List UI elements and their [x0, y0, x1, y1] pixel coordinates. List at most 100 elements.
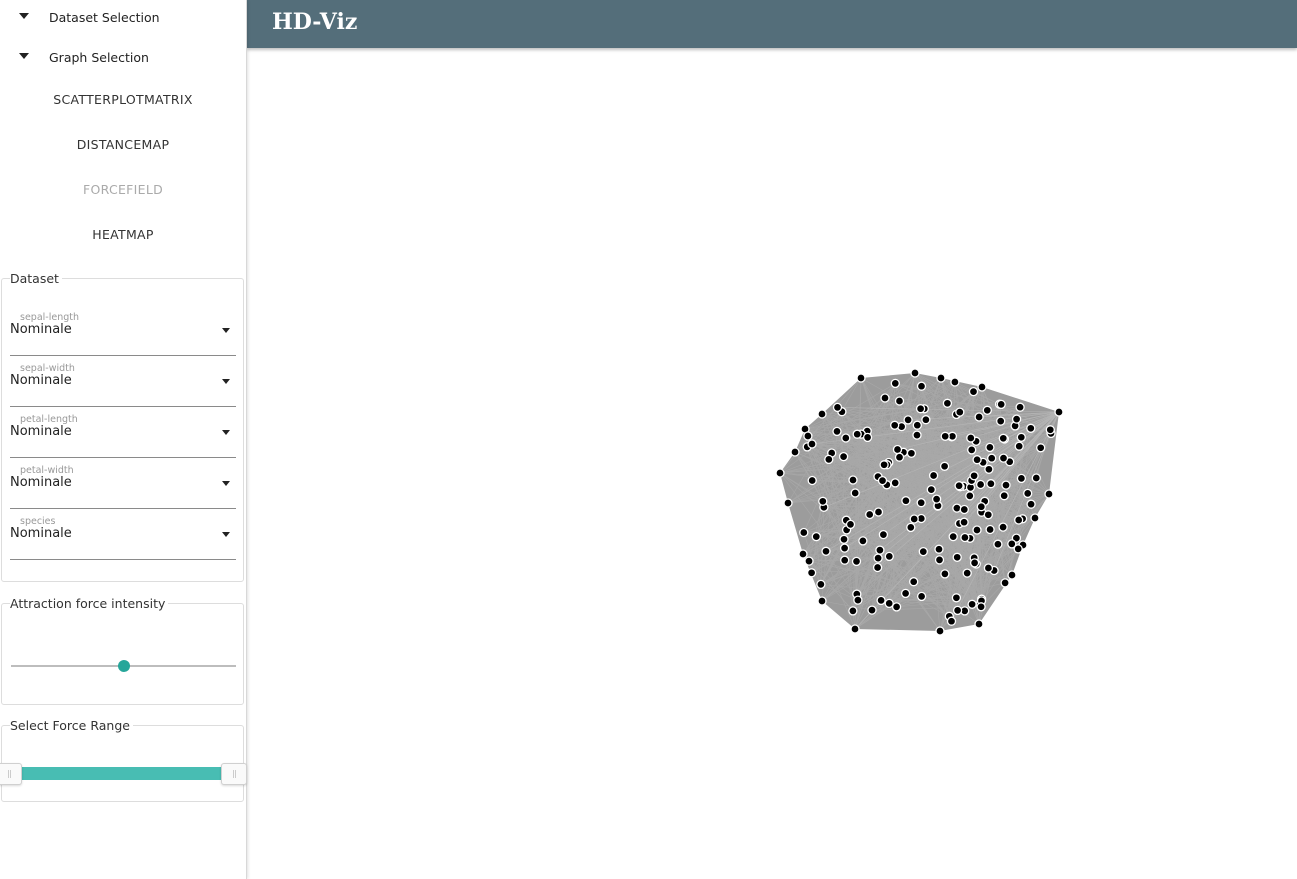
graph-node[interactable]: [803, 431, 813, 441]
graph-node[interactable]: [996, 399, 1006, 410]
graph-node[interactable]: [906, 448, 917, 458]
graph-node[interactable]: [856, 373, 866, 383]
graph-node[interactable]: [916, 591, 927, 602]
graph-node[interactable]: [985, 524, 995, 535]
graph-node[interactable]: [850, 488, 860, 498]
graph-node[interactable]: [804, 556, 814, 566]
graph-node[interactable]: [910, 368, 920, 378]
graph-node[interactable]: [1026, 423, 1036, 433]
graph-node[interactable]: [986, 479, 996, 489]
force-range-min-handle[interactable]: [0, 763, 22, 785]
graph-node[interactable]: [832, 402, 843, 413]
graph-node[interactable]: [969, 558, 980, 568]
graph-node[interactable]: [817, 596, 827, 606]
graph-node[interactable]: [998, 453, 1009, 463]
graph-node[interactable]: [952, 552, 962, 562]
graph-node[interactable]: [1023, 488, 1033, 499]
graph-node[interactable]: [832, 426, 842, 437]
graph-node[interactable]: [817, 409, 827, 419]
graph-node[interactable]: [968, 386, 979, 397]
graph-node[interactable]: [952, 503, 962, 513]
graph-node[interactable]: [867, 605, 877, 615]
graph-node[interactable]: [967, 599, 977, 609]
graph-node[interactable]: [935, 626, 945, 636]
graph-node[interactable]: [877, 475, 888, 486]
graph-node[interactable]: [909, 514, 919, 524]
graph-node[interactable]: [839, 543, 850, 553]
graph-node[interactable]: [955, 407, 965, 417]
graph-node[interactable]: [928, 470, 939, 481]
graph-node[interactable]: [876, 595, 886, 606]
graph-node[interactable]: [1007, 570, 1017, 580]
graph-node[interactable]: [892, 444, 903, 455]
graph-node[interactable]: [1030, 513, 1040, 523]
graph-node[interactable]: [916, 498, 926, 508]
graph-node[interactable]: [862, 432, 873, 443]
graph-node[interactable]: [966, 433, 976, 443]
graph-node[interactable]: [873, 553, 883, 563]
graph-node[interactable]: [1054, 407, 1064, 417]
graph-node[interactable]: [845, 519, 856, 530]
graph-node[interactable]: [807, 439, 817, 449]
graph-node[interactable]: [1044, 489, 1054, 499]
graph-node[interactable]: [921, 415, 931, 425]
graph-node[interactable]: [939, 461, 950, 471]
graph-node[interactable]: [967, 445, 977, 455]
graph-node[interactable]: [946, 616, 957, 626]
graph-node[interactable]: [962, 568, 972, 578]
scatterplotmatrix-button[interactable]: SCATTERPLOTMATRIX: [0, 81, 246, 117]
graph-node[interactable]: [918, 546, 928, 557]
graph-node[interactable]: [983, 510, 993, 520]
graph-node[interactable]: [1031, 473, 1041, 483]
graph-node[interactable]: [1000, 578, 1010, 588]
graph-node[interactable]: [839, 534, 849, 544]
graph-node[interactable]: [931, 494, 942, 504]
graph-node[interactable]: [969, 471, 979, 481]
graph-node[interactable]: [1001, 480, 1011, 490]
graph-node[interactable]: [936, 373, 946, 383]
graph-node[interactable]: [982, 405, 992, 415]
graph-node[interactable]: [894, 452, 905, 462]
graph-node[interactable]: [998, 522, 1008, 532]
graph-node[interactable]: [884, 598, 894, 609]
graph-node[interactable]: [940, 431, 950, 441]
graph-node[interactable]: [799, 527, 809, 538]
graph-node[interactable]: [952, 605, 963, 616]
graph-node[interactable]: [807, 475, 817, 486]
graph-node[interactable]: [1014, 515, 1024, 525]
graph-node[interactable]: [903, 415, 913, 425]
graph-node[interactable]: [841, 433, 851, 443]
graph-node[interactable]: [851, 556, 862, 567]
graph-node[interactable]: [806, 568, 817, 578]
graph-node[interactable]: [951, 593, 962, 603]
graph-node[interactable]: [798, 549, 808, 559]
graph-node[interactable]: [858, 536, 868, 546]
graph-node[interactable]: [915, 404, 926, 414]
graph-node[interactable]: [1045, 425, 1055, 435]
graph-node[interactable]: [873, 507, 884, 517]
graph-node[interactable]: [900, 588, 911, 599]
graph-node[interactable]: [934, 555, 945, 565]
graph-node[interactable]: [934, 544, 944, 554]
graph-node[interactable]: [824, 454, 834, 465]
graph-node[interactable]: [878, 529, 889, 540]
graph-node[interactable]: [840, 555, 850, 565]
graph-node[interactable]: [984, 464, 994, 474]
graph-node[interactable]: [906, 522, 916, 533]
graph-node[interactable]: [853, 595, 863, 605]
graph-node[interactable]: [977, 382, 987, 392]
graph-node[interactable]: [848, 606, 858, 616]
graph-node[interactable]: [912, 430, 922, 440]
graph-node[interactable]: [950, 377, 960, 387]
graph-node[interactable]: [1026, 499, 1036, 509]
graph-node[interactable]: [852, 429, 862, 439]
graph-node[interactable]: [783, 498, 793, 508]
graph-node[interactable]: [976, 602, 986, 612]
graph-node[interactable]: [1015, 402, 1025, 412]
graph-node[interactable]: [985, 442, 995, 453]
graph-node[interactable]: [993, 539, 1003, 549]
select-sepal-width[interactable]: sepal-width Nominale: [10, 363, 236, 407]
graph-node[interactable]: [894, 396, 905, 406]
graph-node[interactable]: [996, 416, 1006, 426]
graph-node[interactable]: [1016, 473, 1027, 484]
